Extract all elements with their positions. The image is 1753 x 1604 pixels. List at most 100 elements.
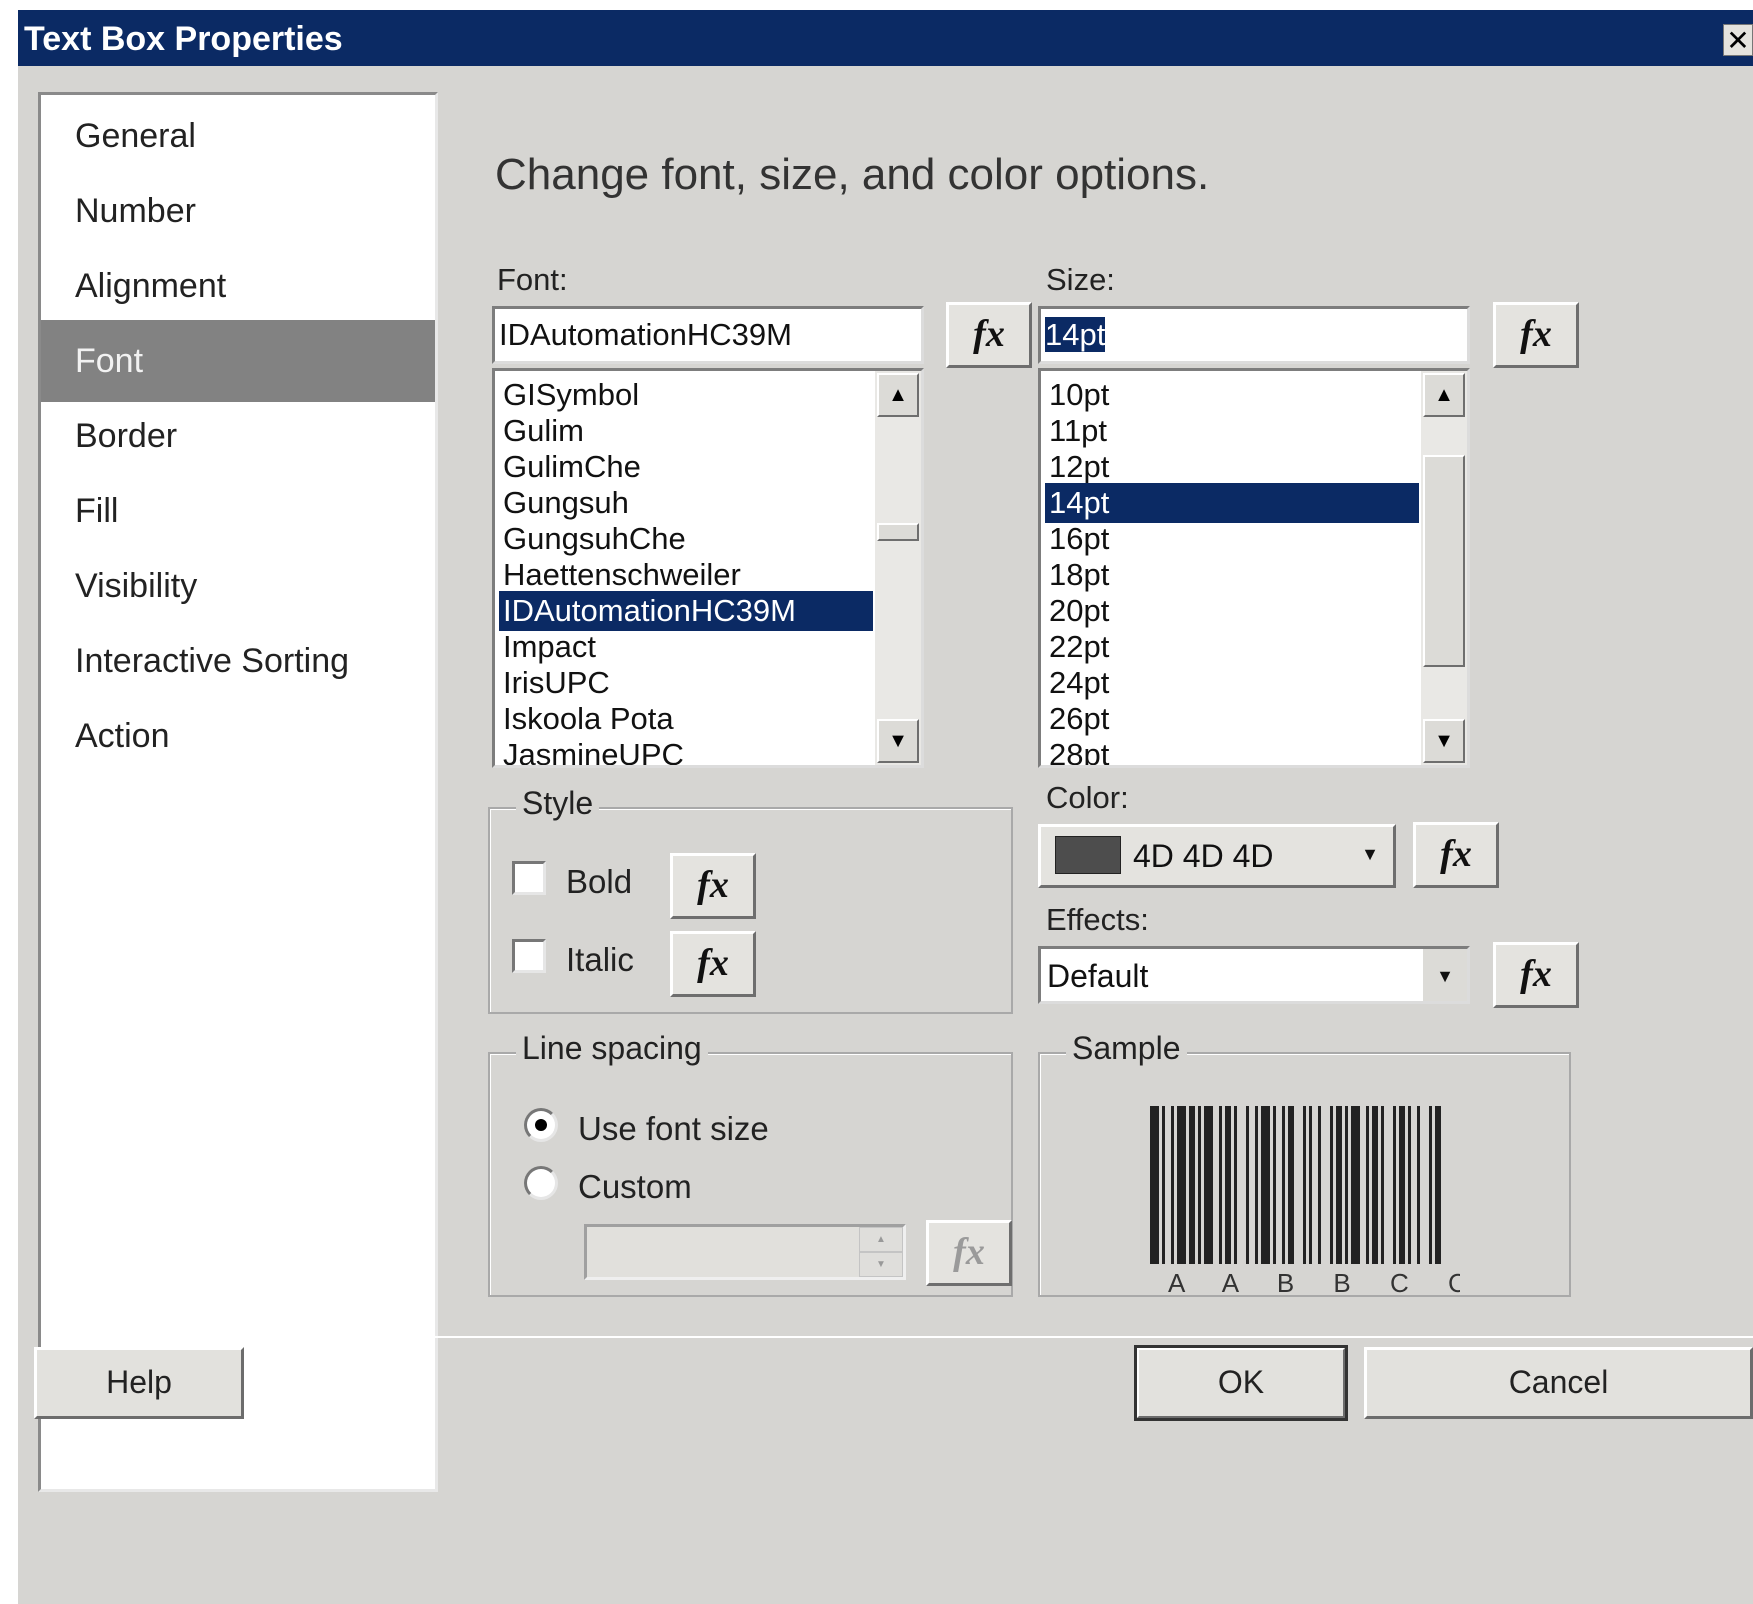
nav-item-alignment[interactable]: Alignment [41, 245, 435, 327]
chevron-down-icon[interactable]: ▼ [1347, 827, 1393, 885]
list-item[interactable]: 26pt [1045, 699, 1419, 739]
scroll-up-icon[interactable]: ▲ [877, 373, 919, 417]
barcode-bar [1372, 1106, 1378, 1264]
close-icon[interactable]: ✕ [1723, 24, 1753, 56]
list-item-selected[interactable]: IDAutomationHC39M [499, 591, 873, 631]
list-item-selected[interactable]: 14pt [1045, 483, 1419, 523]
list-item[interactable]: 18pt [1045, 555, 1419, 595]
barcode-bar [1381, 1106, 1384, 1264]
line-spacing-fx-button[interactable]: fx [926, 1220, 1012, 1286]
italic-checkbox[interactable] [512, 939, 546, 973]
color-fx-button[interactable]: fx [1413, 822, 1499, 888]
spinner-down-icon[interactable]: ▼ [859, 1252, 903, 1277]
scroll-up-icon[interactable]: ▲ [1423, 373, 1465, 417]
barcode-bar [1345, 1106, 1348, 1264]
barcode-bar [1162, 1106, 1165, 1264]
list-item[interactable]: Haettenschweiler [499, 555, 873, 595]
size-fx-button[interactable]: fx [1493, 302, 1579, 368]
style-group: Style Bold fx Italic fx [488, 785, 1013, 1014]
scroll-thumb[interactable] [877, 523, 919, 541]
barcode-bar [1288, 1106, 1294, 1264]
barcode-bar [1318, 1106, 1321, 1264]
cancel-button[interactable]: Cancel [1364, 1347, 1753, 1419]
list-item[interactable]: JasmineUPC [499, 735, 873, 765]
list-item[interactable]: GulimChe [499, 447, 873, 487]
size-list[interactable]: 10pt 11pt 12pt 14pt 16pt 18pt 20pt 22pt … [1038, 368, 1470, 768]
font-list-scrollbar[interactable]: ▲ ▼ [875, 371, 921, 765]
spinner-up-icon[interactable]: ▲ [859, 1227, 903, 1252]
list-item[interactable]: 10pt [1045, 375, 1419, 415]
barcode-bar [1171, 1106, 1174, 1264]
help-button[interactable]: Help [34, 1347, 244, 1419]
nav-item-interactive-sorting[interactable]: Interactive Sorting [41, 620, 435, 702]
scroll-down-icon[interactable]: ▼ [1423, 719, 1465, 763]
list-item[interactable]: 22pt [1045, 627, 1419, 667]
color-value: 4D 4D 4D [1133, 838, 1274, 874]
barcode-text: A A B B C C [1168, 1268, 1460, 1296]
list-item[interactable]: IrisUPC [499, 663, 873, 703]
list-item[interactable]: 20pt [1045, 591, 1419, 631]
chevron-down-icon[interactable]: ▼ [1421, 949, 1467, 1001]
nav-item-number[interactable]: Number [41, 170, 435, 252]
nav-item-action[interactable]: Action [41, 695, 435, 777]
font-input[interactable]: IDAutomationHC39M [492, 306, 924, 364]
italic-fx-button[interactable]: fx [670, 931, 756, 997]
list-item[interactable]: 24pt [1045, 663, 1419, 703]
color-label: Color: [1046, 780, 1129, 815]
effects-value: Default [1047, 958, 1149, 994]
use-font-size-radio[interactable] [524, 1108, 558, 1142]
barcode-bar [1255, 1106, 1258, 1264]
list-item[interactable]: Gulim [499, 411, 873, 451]
barcode-sample: A A B B C C [1150, 1106, 1460, 1296]
list-item[interactable]: 12pt [1045, 447, 1419, 487]
barcode-bar [1366, 1106, 1369, 1264]
barcode-bar [1246, 1106, 1249, 1264]
barcode-bar [1177, 1106, 1186, 1264]
list-item[interactable]: Iskoola Pota [499, 699, 873, 739]
list-item[interactable]: 16pt [1045, 519, 1419, 559]
bold-checkbox[interactable] [512, 861, 546, 895]
list-item[interactable]: 11pt [1045, 411, 1419, 451]
barcode-bar [1408, 1106, 1411, 1264]
nav-item-general[interactable]: General [41, 95, 435, 177]
list-item[interactable]: Impact [499, 627, 873, 667]
barcode-bar [1309, 1106, 1312, 1264]
custom-spacing-spinner[interactable]: ▲ ▼ [584, 1224, 906, 1280]
bold-label: Bold [566, 863, 633, 900]
ok-button[interactable]: OK [1134, 1345, 1348, 1421]
line-spacing-legend: Line spacing [516, 1030, 708, 1067]
scroll-down-icon[interactable]: ▼ [877, 719, 919, 763]
barcode-bar [1429, 1106, 1432, 1264]
barcode-bar [1204, 1106, 1213, 1264]
barcode-bar [1225, 1106, 1231, 1264]
nav-item-visibility[interactable]: Visibility [41, 545, 435, 627]
font-list[interactable]: GISymbol Gulim GulimChe Gungsuh GungsuhC… [492, 368, 924, 768]
list-item[interactable]: Gungsuh [499, 483, 873, 523]
nav-item-fill[interactable]: Fill [41, 470, 435, 552]
barcode-bar [1399, 1106, 1405, 1264]
nav-item-font[interactable]: Font [41, 320, 435, 402]
barcode-bar [1282, 1106, 1285, 1264]
font-fx-button[interactable]: fx [946, 302, 1032, 368]
text-box-properties-dialog: Text Box Properties ✕ General Number Ali… [18, 10, 1753, 1604]
footer-separator [413, 1336, 1753, 1338]
page-heading: Change font, size, and color options. [495, 150, 1210, 199]
size-input[interactable]: 14pt [1038, 306, 1470, 364]
spinner-buttons[interactable]: ▲ ▼ [859, 1227, 903, 1277]
size-label: Size: [1046, 262, 1115, 297]
list-item[interactable]: GISymbol [499, 375, 873, 415]
list-item[interactable]: 28pt [1045, 735, 1419, 765]
style-legend: Style [516, 785, 600, 822]
custom-radio[interactable] [524, 1166, 558, 1200]
size-list-scrollbar[interactable]: ▲ ▼ [1421, 371, 1467, 765]
color-picker[interactable]: 4D 4D 4D ▼ [1038, 824, 1396, 888]
barcode-bar [1330, 1106, 1333, 1264]
list-item[interactable]: GungsuhChe [499, 519, 873, 559]
effects-select[interactable]: Default ▼ [1038, 946, 1470, 1004]
bold-fx-button[interactable]: fx [670, 853, 756, 919]
nav-item-border[interactable]: Border [41, 395, 435, 477]
scroll-thumb[interactable] [1423, 455, 1465, 667]
effects-fx-button[interactable]: fx [1493, 942, 1579, 1008]
barcode-bar [1393, 1106, 1396, 1264]
font-label: Font: [497, 262, 568, 297]
